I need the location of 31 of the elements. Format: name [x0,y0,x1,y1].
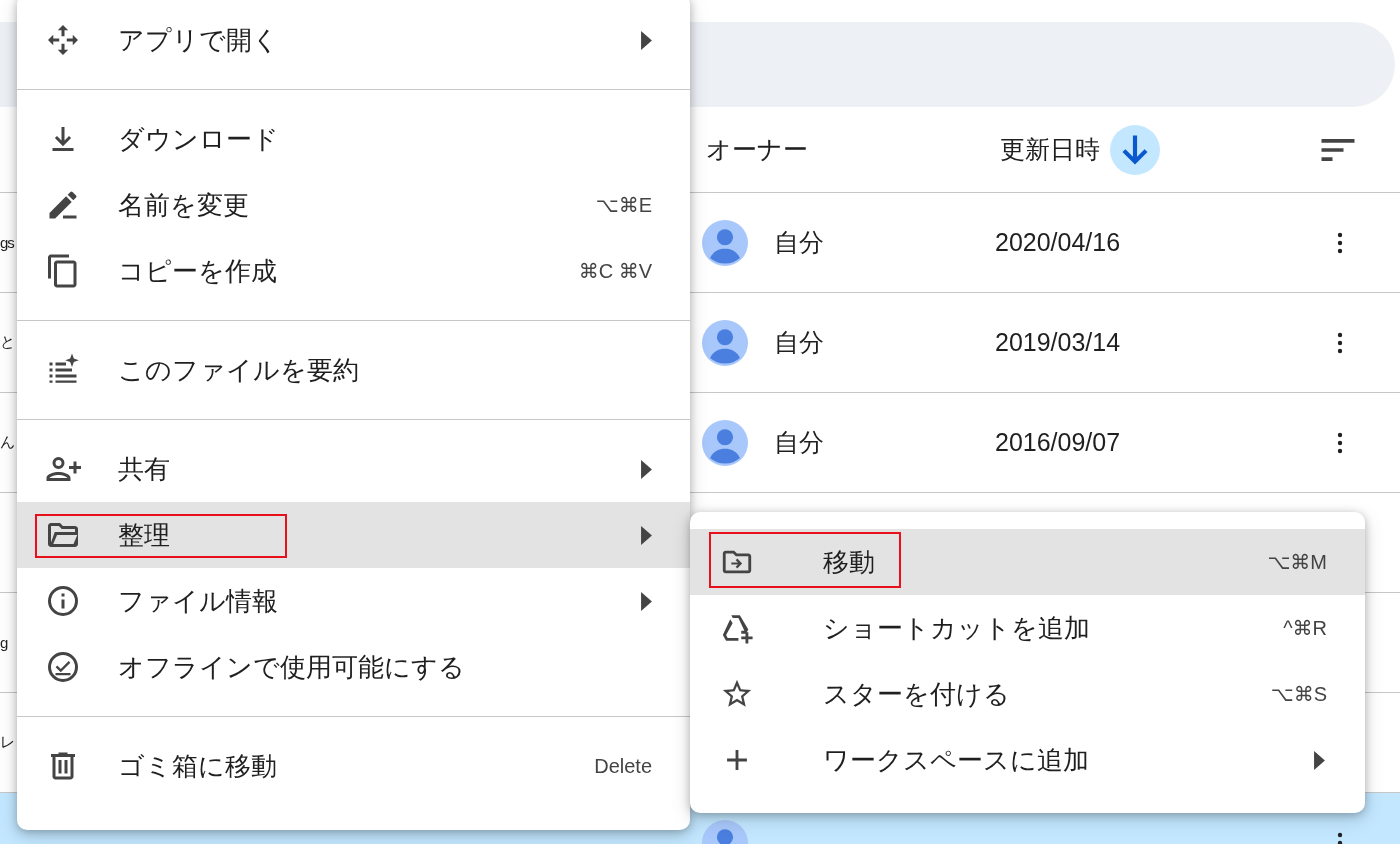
info-icon [45,583,81,619]
menu-item[interactable]: ショートカットを追加 ^⌘R [690,595,1365,661]
file-name: gs [0,234,14,251]
menu-item[interactable]: ワークスペースに追加 [690,727,1365,793]
avatar-icon [702,419,748,466]
menu-item[interactable]: アプリで開く [17,7,690,73]
more-icon[interactable] [1337,230,1343,255]
offline-check-icon [45,649,81,685]
modified-date: 2019/03/14 [995,328,1121,356]
avatar-icon [702,219,748,266]
menu-item[interactable]: 整理 [17,502,690,568]
more-icon[interactable] [1337,330,1343,355]
menu-item[interactable]: 移動 ⌥⌘M [690,529,1365,595]
file-name: g [0,634,8,651]
owner-text: 自分 [774,427,824,458]
menu-item[interactable]: ファイル情報 [17,568,690,634]
modified-date: 2020/04/16 [995,228,1121,256]
menu-item[interactable]: ダウンロード [17,106,690,172]
column-header[interactable]: 更新日時 [1000,133,1100,166]
menu-item[interactable]: オフラインで使用可能にする [17,634,690,700]
avatar-icon [702,319,748,366]
column-header[interactable]: オーナー [706,133,1000,166]
modified-date: 2016/09/07 [995,428,1121,456]
more-icon[interactable] [1337,430,1343,455]
menu-item[interactable]: ゴミ箱に移動 Delete [17,733,690,799]
file-name: と [0,333,14,350]
owner-text: 自分 [774,327,824,358]
owner-text: 自分 [774,227,824,258]
file-name: ん [0,433,14,450]
menu-item[interactable]: スターを付ける ⌥⌘S [690,661,1365,727]
file-name: レ [0,733,14,750]
